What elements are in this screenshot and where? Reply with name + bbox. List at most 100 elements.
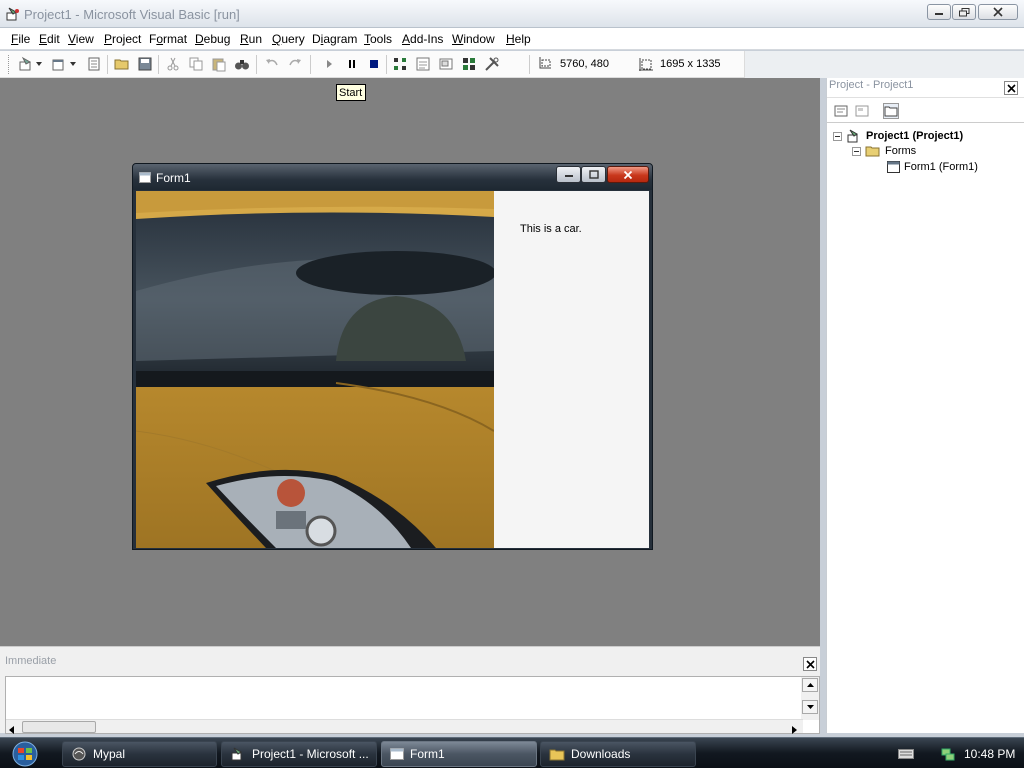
undo-button[interactable] [264,56,280,72]
menu-add-ins[interactable]: Add-Ins [402,32,443,46]
copy-button[interactable] [188,56,204,72]
position-icon-holder [536,56,552,72]
binoculars-icon [235,60,249,70]
collapse-icon[interactable] [833,131,842,141]
project-explorer-header: Project - Project1 [827,78,1024,98]
menu-run[interactable]: Run [240,32,262,46]
project-explorer-panel: Project - Project1 Project1 (Project1) F… [826,78,1024,733]
add-form-button[interactable] [50,56,66,72]
minimize-button[interactable] [927,4,951,20]
task-mypal[interactable]: Mypal [62,741,217,767]
menu-edit[interactable]: Edit [39,32,60,46]
keyboard-tray-icon[interactable] [898,738,914,768]
play-icon [327,60,332,68]
add-form-dropdown[interactable] [68,56,78,72]
project-explorer-toolbar [827,99,1024,123]
start-button[interactable] [321,56,337,72]
menu-help[interactable]: Help [506,32,531,46]
scrollbar-thumb[interactable] [22,721,96,733]
taskbar-clock[interactable]: 10:48 PM [964,747,1015,761]
add-project-dropdown[interactable] [34,56,44,72]
end-button[interactable] [366,56,382,72]
task-project1[interactable]: Project1 - Microsoft ... [221,741,377,767]
close-icon [623,170,633,179]
properties-window-button[interactable] [415,56,431,72]
view-object-icon [855,105,869,117]
add-project-icon [19,56,32,71]
tree-label-form1: Form1 (Form1) [904,161,978,173]
menu-debug[interactable]: Debug [195,32,230,46]
folder-open-icon [114,59,129,70]
form1-title: Form1 [156,171,191,185]
task-form1[interactable]: Form1 [381,741,537,767]
toggle-folders-button[interactable] [883,103,899,119]
form1-maximize-button[interactable] [581,166,606,183]
object-browser-button[interactable] [461,56,477,72]
copy-icon [189,57,203,71]
network-tray-icon[interactable] [940,738,956,768]
main-titlebar[interactable]: Project1 - Microsoft Visual Basic [run] [0,0,1024,28]
menu-view[interactable]: View [68,32,94,46]
collapse-icon[interactable] [852,146,861,156]
redo-button[interactable] [287,56,303,72]
menu-window[interactable]: Window [452,32,495,46]
start-button[interactable] [6,740,44,768]
menu-editor-button[interactable] [86,56,102,72]
task-downloads[interactable]: Downloads [540,741,696,767]
immediate-input-area[interactable] [5,676,820,734]
menu-project[interactable]: Project [104,32,141,46]
paste-button[interactable] [211,56,227,72]
project-explorer-icon [394,58,406,70]
taskbar: Mypal Project1 - Microsoft ... Form1 Dow… [0,737,1024,768]
project-icon [846,129,862,143]
toolbar-grip[interactable] [8,55,11,74]
open-project-button[interactable] [114,56,130,72]
tree-node-form1[interactable]: Form1 (Form1) [887,161,978,173]
immediate-vertical-scrollbar[interactable] [801,677,819,720]
chevron-down-icon [36,62,42,66]
arrow-right-icon[interactable] [792,723,797,737]
menu-diagram[interactable]: Diagram [312,32,357,46]
restore-button[interactable] [952,4,976,20]
task-label: Mypal [93,747,126,761]
add-project-button[interactable] [18,56,34,72]
tree-node-project1[interactable]: Project1 (Project1) [833,129,963,143]
view-object-button[interactable] [854,103,870,119]
find-button[interactable] [234,56,250,72]
immediate-horizontal-scrollbar[interactable] [6,719,803,734]
standard-toolbar: 5760, 480 1695 x 1335 [0,51,745,78]
break-button[interactable] [344,56,360,72]
view-code-button[interactable] [833,103,849,119]
tree-label-forms: Forms [885,145,917,157]
tree-node-forms[interactable]: Forms [852,145,916,157]
car-image [136,191,494,548]
cut-button[interactable] [165,56,181,72]
scroll-down-button[interactable] [802,700,818,714]
project-explorer-close-button[interactable] [1004,81,1018,95]
minimize-icon [564,174,573,177]
menu-tools[interactable]: Tools [364,32,392,46]
scroll-up-button[interactable] [802,678,818,692]
form1-close-button[interactable] [607,166,649,183]
immediate-close-button[interactable] [803,657,817,671]
arrow-down-icon [806,705,814,709]
toolbar-separator [386,55,387,74]
arrow-left-icon[interactable] [9,723,14,737]
menu-format[interactable]: Format [149,32,187,46]
form1-minimize-button[interactable] [556,166,581,183]
form-icon [887,161,900,173]
project-explorer-button[interactable] [392,56,408,72]
close-icon [805,659,815,669]
menu-file[interactable]: File [11,32,30,46]
save-project-button[interactable] [137,56,153,72]
form1-titlebar[interactable]: Form1 [133,164,652,190]
position-readout: 5760, 480 [560,58,609,70]
car-caption-label: This is a car. [520,223,582,235]
restore-icon [958,7,969,16]
close-button[interactable] [978,4,1018,20]
form-layout-button[interactable] [438,56,454,72]
toolbox-button[interactable] [484,56,500,72]
project-explorer-title: Project - Project1 [829,79,914,91]
menu-query[interactable]: Query [272,32,305,46]
form1-window[interactable]: Form1 This is a car. [132,163,653,550]
